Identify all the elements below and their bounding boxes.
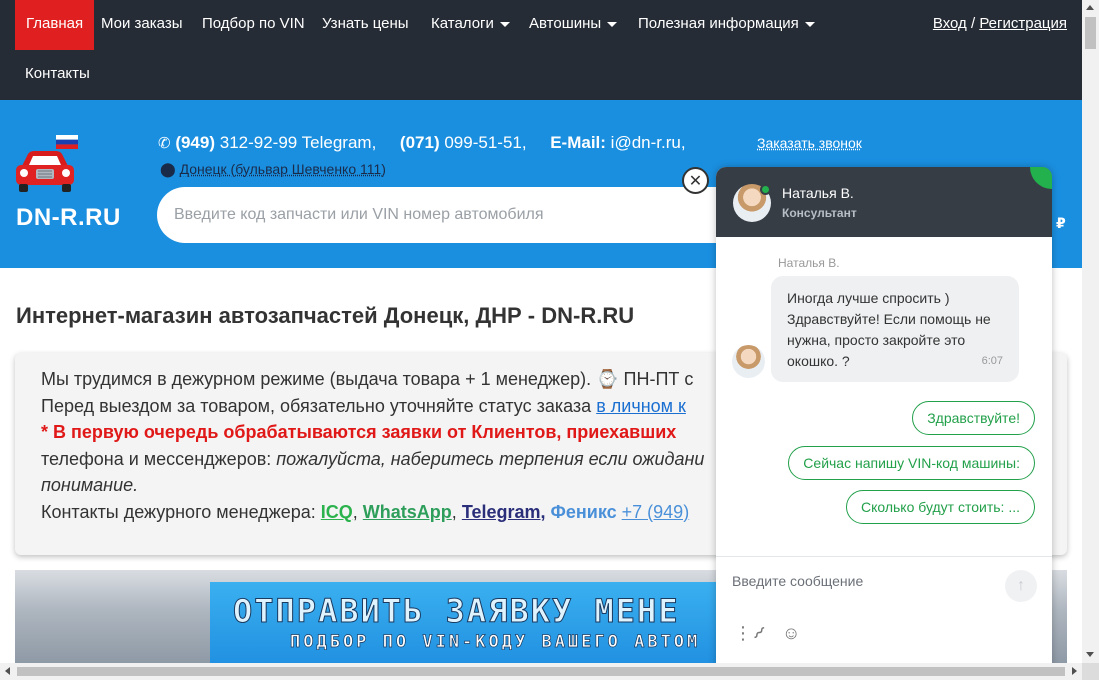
- russia-flag-icon: [56, 135, 78, 149]
- phone1-code: (949): [175, 133, 215, 152]
- chat-header: Наталья В. Консультант: [716, 167, 1052, 237]
- scroll-down-icon[interactable]: [1086, 652, 1094, 657]
- nav-item-my-orders[interactable]: Мои заказы: [101, 0, 183, 50]
- request-callback-link[interactable]: Заказать звонок: [757, 135, 862, 151]
- phone1-number[interactable]: 312-92-99 Telegram,: [220, 133, 377, 152]
- emoji-icon[interactable]: ☺: [782, 623, 800, 644]
- auth-links: Вход / Регистрация: [933, 0, 1067, 48]
- horizontal-scrollbar[interactable]: [0, 663, 1082, 680]
- quick-reply-vin[interactable]: Сейчас напишу VIN-код машины:: [788, 446, 1035, 480]
- site-logo-text[interactable]: DN-R.RU: [16, 204, 121, 232]
- location-pin-icon: ⬤: [160, 161, 176, 177]
- header-contacts: ✆ (949) 312-92-99 Telegram, (071) 099-51…: [158, 133, 686, 153]
- nav-item-label: Мои заказы: [101, 15, 183, 32]
- page-viewport: Главная Мои заказы Подбор по VIN Узнать …: [0, 0, 1082, 663]
- scroll-up-icon[interactable]: [1086, 5, 1094, 10]
- icq-link[interactable]: ICQ: [321, 502, 353, 522]
- email-label: E-Mail:: [550, 133, 606, 152]
- scrollbar-corner: [1082, 663, 1099, 680]
- arrow-up-icon: ↑: [1017, 577, 1025, 594]
- phone-icon: ✆: [158, 135, 171, 152]
- top-navigation: Главная Мои заказы Подбор по VIN Узнать …: [0, 0, 1082, 100]
- nav-item-label: Автошины: [529, 15, 602, 32]
- auth-separator: /: [970, 15, 976, 32]
- chevron-down-icon: [607, 21, 618, 27]
- quick-reply-price[interactable]: Сколько будут стоить: ...: [845, 490, 1035, 524]
- notice-italic-text: понимание.: [41, 475, 139, 495]
- search-bar: [157, 187, 757, 243]
- currency-sign: ₽: [1056, 215, 1066, 231]
- nav-item-label: Главная: [26, 15, 84, 32]
- nav-item-catalogs[interactable]: Каталоги: [431, 0, 510, 50]
- chat-message: Иногда лучше спросить ) Здравствуйте! Ес…: [771, 276, 1019, 382]
- part-search-input[interactable]: [157, 187, 757, 243]
- nav-item-prices[interactable]: Узнать цены: [322, 0, 409, 50]
- more-options-icon[interactable]: ⋮: [734, 623, 752, 644]
- car-logo-icon[interactable]: [14, 148, 76, 194]
- online-status-icon: [760, 184, 771, 195]
- register-link[interactable]: Регистрация: [979, 15, 1067, 32]
- nav-item-vin[interactable]: Подбор по VIN: [202, 0, 305, 50]
- chat-message-input[interactable]: [732, 565, 1002, 597]
- scroll-left-icon[interactable]: [5, 667, 10, 675]
- notice-text: телефона и мессенджеров:: [41, 448, 277, 469]
- banner-panel: ОТПРАВИТЬ ЗАЯВКУ МЕНЕ ПОДБОР ПО VIN-КОДУ…: [210, 582, 730, 663]
- nav-item-useful-info[interactable]: Полезная информация: [638, 0, 815, 50]
- vertical-scroll-thumb[interactable]: [1085, 17, 1096, 49]
- manager-phone-link[interactable]: +7 (949): [622, 502, 690, 522]
- quick-reply-hello[interactable]: Здравствуйте!: [912, 401, 1035, 435]
- chat-widget: Наталья В. Консультант Наталья В. Иногда…: [716, 167, 1052, 663]
- nav-item-label: Полезная информация: [638, 15, 799, 32]
- address-text: Донецк (бульвар Шевченко 111): [179, 161, 386, 177]
- chat-close-button[interactable]: ✕: [682, 167, 709, 194]
- chat-input-area: ↑ ⋮ ⌇ ☺: [716, 556, 1052, 663]
- message-time: 6:07: [981, 355, 1003, 367]
- account-link[interactable]: в личном к: [596, 396, 686, 416]
- chat-status-corner: [1030, 167, 1052, 189]
- banner-headline: ОТПРАВИТЬ ЗАЯВКУ МЕНЕ: [233, 592, 680, 631]
- chevron-down-icon: [804, 21, 815, 27]
- nav-item-label: Каталоги: [431, 15, 494, 32]
- scroll-right-icon[interactable]: [1072, 667, 1077, 675]
- agent-name: Наталья В.: [782, 185, 854, 201]
- fenix-label: Феникс: [550, 501, 617, 522]
- message-avatar: [732, 345, 765, 378]
- nav-item-label: Узнать цены: [322, 15, 409, 32]
- horizontal-scroll-thumb[interactable]: [17, 667, 1065, 676]
- nav-item-home[interactable]: Главная: [15, 0, 95, 50]
- email-link[interactable]: i@dn-r.ru,: [611, 133, 686, 152]
- nav-item-tires[interactable]: Автошины: [529, 0, 618, 50]
- nav-item-label: Контакты: [25, 65, 90, 82]
- chevron-down-icon: [499, 21, 510, 27]
- login-link[interactable]: Вход: [933, 15, 967, 32]
- store-address[interactable]: ⬤ Донецк (бульвар Шевченко 111): [160, 161, 386, 178]
- message-author: Наталья В.: [778, 256, 840, 270]
- notice-italic-text: пожалуйста, наберитесь терпения если ожи…: [276, 448, 705, 469]
- page-title: Интернет-магазин автозапчастей Донецк, Д…: [16, 303, 635, 328]
- phone2-number[interactable]: 099-51-51,: [444, 133, 526, 152]
- telegram-link[interactable]: Telegram,: [462, 502, 546, 522]
- whatsapp-link[interactable]: WhatsApp: [363, 502, 452, 522]
- send-button[interactable]: ↑: [1005, 570, 1037, 602]
- agent-role: Консультант: [782, 206, 857, 220]
- nav-item-label: Подбор по VIN: [202, 15, 305, 32]
- vertical-scrollbar[interactable]: [1082, 0, 1099, 663]
- close-icon: ✕: [688, 172, 703, 190]
- banner-subline: ПОДБОР ПО VIN-КОДУ ВАШЕГО АВТОМ: [290, 632, 701, 653]
- phone2-code: (071): [399, 133, 440, 152]
- contacts-label: Контакты дежурного менеджера:: [41, 501, 321, 522]
- message-text: Иногда лучше спросить ) Здравствуйте! Ес…: [787, 290, 991, 369]
- notice-text: Перед выездом за товаром, обязательно ут…: [41, 395, 597, 416]
- nav-item-contacts[interactable]: Контакты: [25, 50, 90, 100]
